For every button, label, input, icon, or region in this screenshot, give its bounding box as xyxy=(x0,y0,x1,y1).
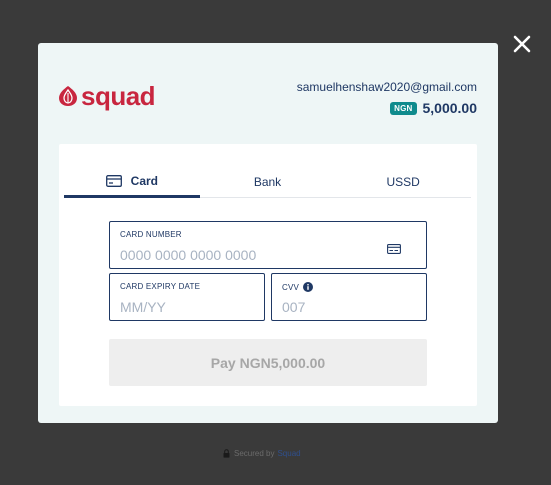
tab-card-label: Card xyxy=(130,173,158,188)
pay-button[interactable]: Pay NGN5,000.00 xyxy=(109,339,427,386)
currency-badge: NGN xyxy=(390,101,417,115)
squad-logo-icon xyxy=(59,86,77,106)
cvv-label-row: CVV xyxy=(282,282,314,292)
card-expiry-field[interactable]: CARD EXPIRY DATE xyxy=(109,273,265,321)
tab-card[interactable]: Card xyxy=(64,166,200,198)
card-number-label: CARD NUMBER xyxy=(120,230,182,239)
cvv-field[interactable]: CVV xyxy=(271,273,427,321)
logo-text: squad xyxy=(81,81,156,111)
payment-amount: 5,000.00 xyxy=(422,100,478,116)
tab-ussd[interactable]: USSD xyxy=(335,166,471,197)
tab-ussd-label: USSD xyxy=(386,174,420,189)
payment-panel: Card Bank USSD CARD NUMBER CARD xyxy=(59,144,477,406)
card-expiry-label: CARD EXPIRY DATE xyxy=(120,282,201,291)
close-button[interactable] xyxy=(510,32,534,56)
card-number-field[interactable]: CARD NUMBER xyxy=(109,221,427,269)
secured-by-text: Secured by xyxy=(234,449,275,458)
amount-row: NGN 5,000.00 xyxy=(390,100,477,116)
cvv-input[interactable] xyxy=(282,299,412,315)
merchant-logo: squad xyxy=(58,81,156,111)
checkout-modal: squad samuelhenshaw2020@gmail.com NGN 5,… xyxy=(38,43,498,423)
credit-card-icon xyxy=(387,241,401,259)
card-expiry-input[interactable] xyxy=(120,299,250,315)
close-icon[interactable] xyxy=(513,35,531,53)
info-icon[interactable] xyxy=(303,282,314,292)
customer-email: samuelhenshaw2020@gmail.com xyxy=(296,80,477,94)
tab-bank[interactable]: Bank xyxy=(200,166,336,197)
card-icon xyxy=(105,174,122,187)
card-number-input[interactable] xyxy=(120,247,360,263)
lock-icon xyxy=(223,449,230,458)
secured-by-footer: Secured by Squad xyxy=(223,449,301,458)
tab-bank-label: Bank xyxy=(253,174,282,189)
secured-by-brand-link[interactable]: Squad xyxy=(277,449,300,458)
cvv-label: CVV xyxy=(282,282,300,292)
payment-method-tabs: Card Bank USSD xyxy=(64,166,471,198)
